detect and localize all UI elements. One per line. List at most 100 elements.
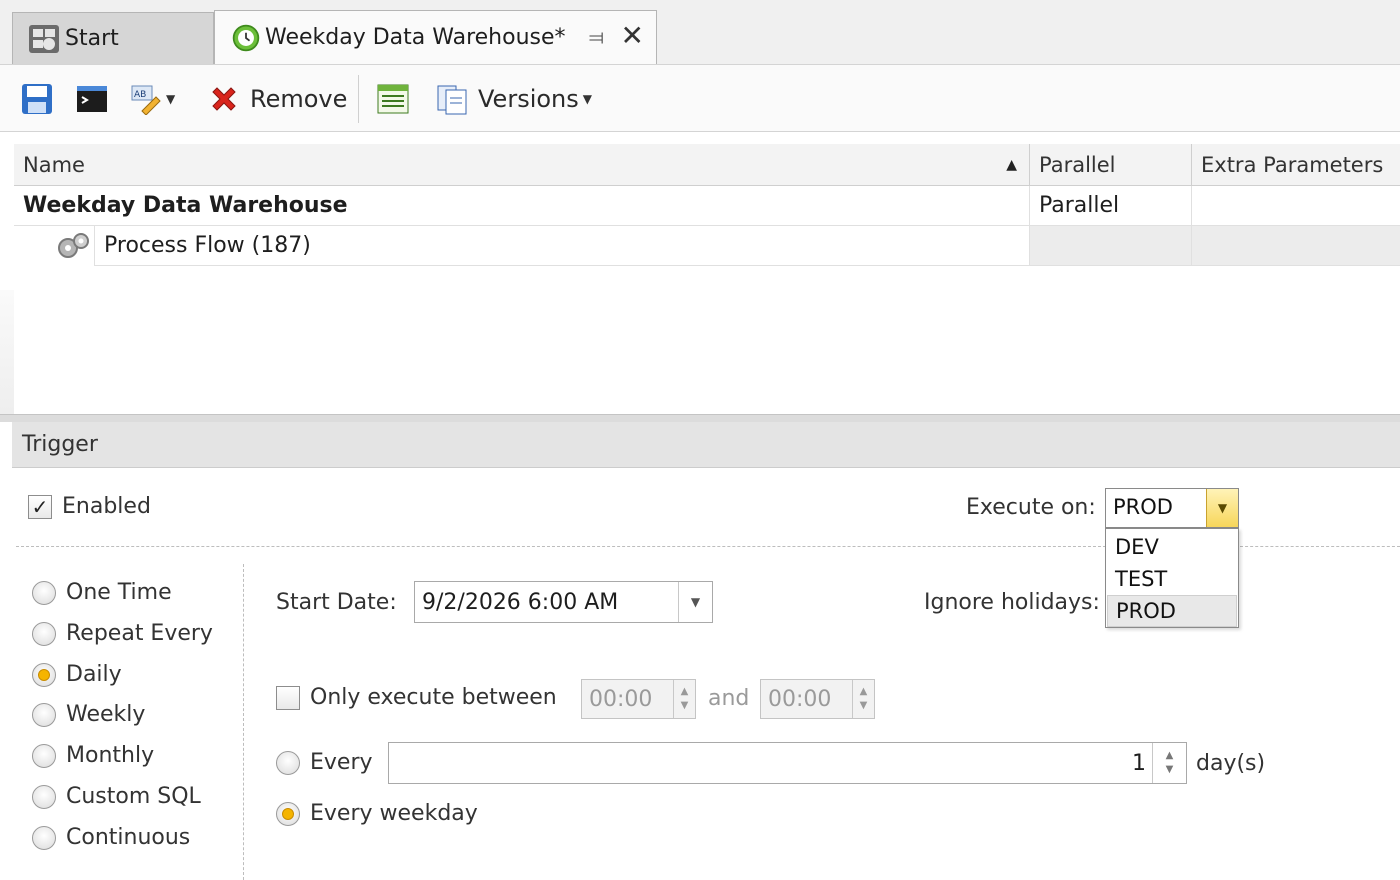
toolbar: AB ▼ Remove Versions ▼: [0, 64, 1400, 132]
dropdown-option-test[interactable]: TEST: [1107, 563, 1237, 595]
chevron-down-icon[interactable]: ▼: [166, 92, 175, 106]
every-unit-label: day(s): [1196, 751, 1266, 776]
divider: [1240, 546, 1400, 547]
versions-button[interactable]: Versions ▼: [436, 79, 592, 119]
table-row-extra[interactable]: [1192, 186, 1400, 226]
only-execute-between-checkbox[interactable]: [276, 685, 300, 710]
rename-button[interactable]: AB ▼: [130, 79, 175, 119]
remove-button[interactable]: Remove: [208, 79, 347, 119]
radio-button[interactable]: [32, 580, 56, 605]
start-page-icon: [29, 24, 59, 53]
every-days-spinner[interactable]: 1 ▲ ▼: [388, 742, 1187, 784]
save-icon: [22, 84, 52, 114]
start-date-value: 9/2/2026 6:00 AM: [422, 589, 619, 615]
radio-label: One Time: [66, 580, 172, 605]
radio-button[interactable]: [32, 702, 56, 727]
column-header-extra-parameters[interactable]: Extra Parameters: [1192, 144, 1400, 186]
divider: [16, 546, 1106, 547]
panel-splitter[interactable]: [0, 414, 1400, 422]
terminal-icon: [77, 86, 107, 112]
column-header-name-label: Name: [23, 152, 85, 177]
table-row-parallel[interactable]: Parallel: [1030, 186, 1192, 226]
radio-button[interactable]: [32, 784, 56, 809]
radio-weekly[interactable]: Weekly: [32, 702, 145, 727]
list-grid-icon: [377, 84, 409, 114]
toolbar-separator: [358, 75, 359, 123]
option-label: PROD: [1116, 599, 1176, 623]
radio-button[interactable]: [32, 743, 56, 768]
between-from-time[interactable]: 00:00 ▲ ▼: [581, 679, 696, 719]
radio-daily[interactable]: Daily: [32, 662, 122, 687]
console-button[interactable]: [76, 79, 108, 119]
radio-label: Weekly: [66, 702, 146, 727]
table-row-name[interactable]: Weekday Data Warehouse: [14, 186, 1030, 226]
table-row-parallel[interactable]: [1030, 226, 1192, 266]
between-to-time[interactable]: 00:00 ▲ ▼: [760, 679, 875, 719]
enabled-checkbox[interactable]: ✓: [28, 494, 52, 519]
column-header-name[interactable]: Name ▲: [14, 144, 1030, 186]
pin-icon[interactable]: ⫤: [589, 25, 604, 49]
radio-label: Continuous: [66, 825, 191, 850]
process-grid: Name ▲ Parallel Extra Parameters Weekday…: [14, 144, 1400, 414]
remove-label: Remove: [250, 85, 348, 113]
radio-every-weekday[interactable]: Every weekday: [276, 801, 478, 826]
only-execute-between-row[interactable]: Only execute between: [276, 685, 557, 710]
gears-icon: [58, 233, 89, 258]
spin-buttons-icon[interactable]: ▲ ▼: [1152, 743, 1186, 783]
spin-buttons-icon[interactable]: ▲ ▼: [673, 680, 695, 718]
radio-label: Monthly: [66, 743, 155, 768]
execute-on-dropdown-list: DEV TEST PROD: [1105, 528, 1239, 628]
tab-weekday-data-warehouse[interactable]: Weekday Data Warehouse* ⫤ ✕: [214, 10, 657, 64]
row-parallel-text: Parallel: [1039, 193, 1120, 218]
radio-button[interactable]: [32, 621, 56, 646]
row-indent: [14, 226, 94, 266]
trigger-group-header: Trigger: [12, 422, 1400, 468]
between-and-label: and: [708, 686, 750, 711]
sort-ascending-icon: ▲: [1006, 156, 1017, 173]
radio-every[interactable]: Every: [276, 750, 373, 775]
between-from-value: 00:00: [589, 686, 653, 712]
radio-button[interactable]: [32, 825, 56, 850]
close-icon[interactable]: ✕: [621, 19, 644, 52]
radio-label: Every: [310, 750, 373, 775]
trigger-title: Trigger: [22, 432, 98, 457]
dropdown-option-prod[interactable]: PROD: [1107, 595, 1237, 627]
radio-continuous[interactable]: Continuous: [32, 825, 190, 850]
tab-start[interactable]: Start: [12, 12, 214, 64]
radio-button[interactable]: [276, 750, 300, 775]
radio-monthly[interactable]: Monthly: [32, 743, 154, 768]
between-to-value: 00:00: [768, 686, 832, 712]
radio-label: Daily: [66, 662, 122, 687]
radio-label: Repeat Every: [66, 621, 213, 646]
table-row-name[interactable]: Process Flow (187): [94, 226, 1030, 266]
option-label: DEV: [1115, 535, 1159, 559]
radio-repeat-every[interactable]: Repeat Every: [32, 621, 213, 646]
radio-custom-sql[interactable]: Custom SQL: [32, 784, 201, 809]
enabled-checkbox-row[interactable]: ✓ Enabled: [28, 494, 151, 519]
chevron-down-icon[interactable]: ▼: [1206, 489, 1238, 527]
only-execute-between-label: Only execute between: [310, 685, 557, 710]
tab-start-label: Start: [65, 26, 119, 51]
radio-button-checked[interactable]: [32, 662, 56, 687]
start-date-picker[interactable]: 9/2/2026 6:00 AM ▼: [414, 581, 713, 623]
versions-icon: [437, 85, 467, 115]
rename-icon: AB: [131, 85, 161, 115]
execute-on-label: Execute on:: [966, 495, 1096, 520]
chevron-down-icon[interactable]: ▼: [583, 92, 592, 106]
clock-schedule-icon: [232, 24, 260, 51]
radio-label: Custom SQL: [66, 784, 201, 809]
radio-one-time[interactable]: One Time: [32, 580, 172, 605]
every-days-value: 1: [1132, 750, 1146, 776]
tab-document-label: Weekday Data Warehouse*: [265, 25, 566, 50]
divider: [243, 564, 244, 880]
column-header-parallel[interactable]: Parallel: [1030, 144, 1192, 186]
table-row-extra[interactable]: [1192, 226, 1400, 266]
spin-buttons-icon[interactable]: ▲ ▼: [852, 680, 874, 718]
chevron-down-icon[interactable]: ▼: [678, 582, 712, 622]
radio-button-checked[interactable]: [276, 801, 300, 826]
save-button[interactable]: [20, 79, 54, 119]
row-name-text: Process Flow (187): [104, 233, 311, 258]
dropdown-option-dev[interactable]: DEV: [1107, 531, 1237, 563]
properties-button[interactable]: [376, 79, 410, 119]
execute-on-combo[interactable]: PROD ▼: [1105, 488, 1239, 528]
